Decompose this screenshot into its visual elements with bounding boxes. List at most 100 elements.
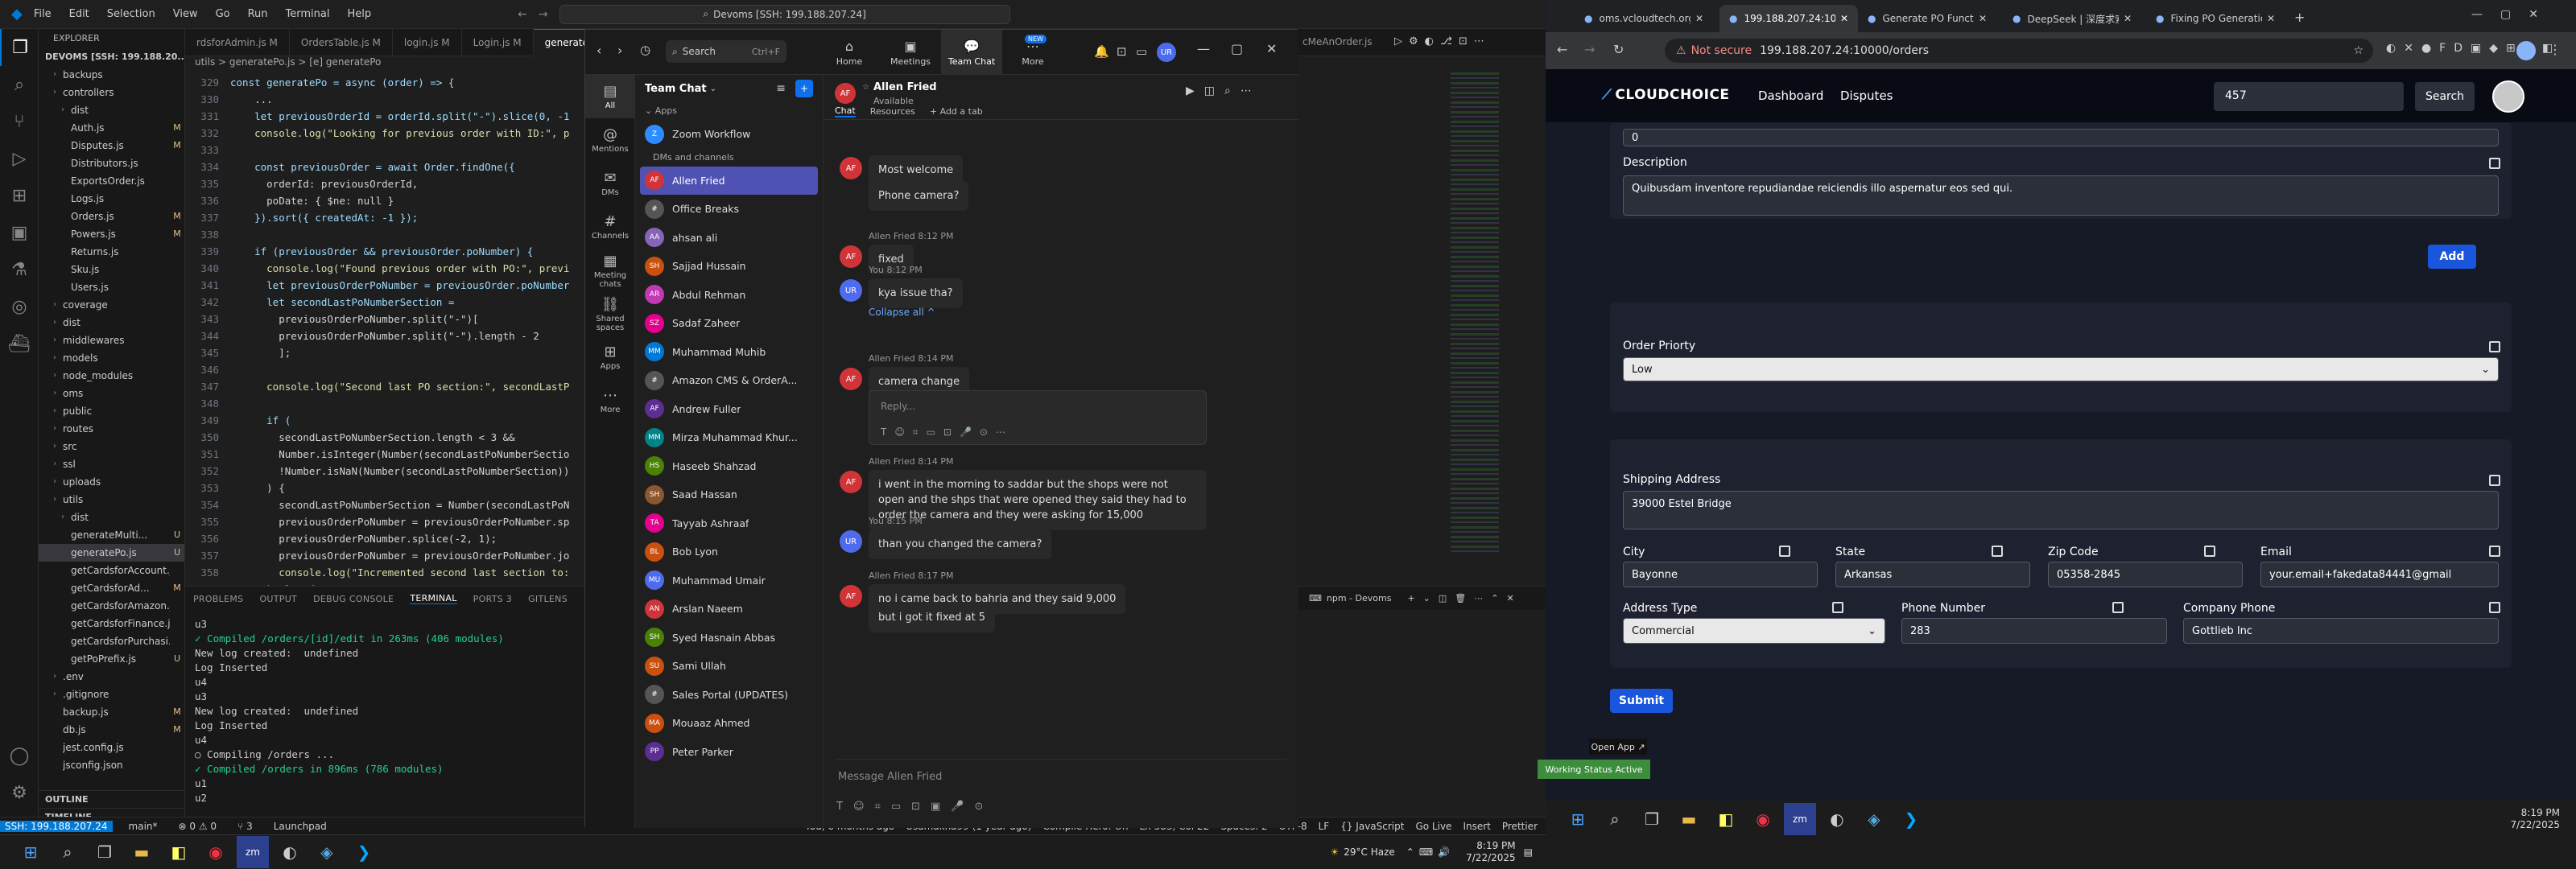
contact-item[interactable]: MA Mouaaz Ahmed (635, 709, 823, 738)
contact-item[interactable]: # Sales Portal (UPDATES) (635, 681, 823, 710)
copy-icon[interactable] (2204, 546, 2215, 557)
tree-item[interactable]: getCardsforAccount.js (39, 562, 184, 579)
contact-item[interactable]: AF Allen Fried (640, 166, 818, 195)
workspace-root[interactable]: DEVOMS [SSH: 199.188.20... (39, 48, 184, 66)
status-item[interactable]: LF (1319, 821, 1330, 832)
contact-item[interactable]: SU Sami Ullah (635, 652, 823, 681)
state-field[interactable]: Arkansas (1835, 562, 2030, 587)
tab-close-icon[interactable]: ✕ (1979, 13, 1987, 24)
menu-help[interactable]: Help (348, 8, 372, 20)
tree-item[interactable]: › utils (39, 491, 184, 509)
window-controls-icons[interactable]: —▢✕ (2471, 8, 2556, 21)
notifications-icon[interactable]: ▤ (1524, 846, 1533, 858)
rail-channels[interactable]: # Channels (585, 205, 635, 249)
contact-item[interactable]: SH Syed Hasnain Abbas (635, 624, 823, 653)
chat-tab[interactable]: + Add a tab (930, 106, 983, 117)
account-icon[interactable]: ◯ (0, 737, 39, 774)
tree-item[interactable]: Powers.js M (39, 225, 184, 243)
status-item[interactable]: Launchpad (269, 821, 332, 832)
status-item[interactable]: SSH: 199.188.207.24 (0, 820, 113, 832)
rail-all[interactable]: ▤ All (585, 75, 635, 118)
search-icon[interactable]: ⌕ (52, 836, 84, 868)
rail-apps[interactable]: ⊞ Apps (585, 336, 635, 379)
clock-time[interactable]: 8:19 PM (1466, 840, 1515, 852)
clock-right[interactable]: 8:19 PM 7/22/2025 (2510, 807, 2560, 831)
message-bubble[interactable]: than you changed the camera? (869, 529, 1052, 559)
status-item[interactable]: main* (124, 821, 163, 832)
editor-tab[interactable]: OrdersTable.js M (290, 28, 393, 56)
status-item[interactable]: ⊗ 0 ⚠ 0 (174, 821, 222, 832)
tree-item[interactable]: generateMulti... U (39, 526, 184, 544)
priority-select[interactable]: Low ⌄ (1623, 357, 2499, 381)
message-bubble[interactable]: Phone camera? (869, 181, 969, 211)
working-status-badge[interactable]: Working Status Active (1538, 760, 1650, 779)
rail-dms[interactable]: ✉ DMs (585, 162, 635, 205)
rail-meeting-chats[interactable]: ▦ Meeting chats (585, 249, 635, 292)
menu-terminal[interactable]: Terminal (286, 8, 330, 20)
menu-selection[interactable]: Selection (107, 8, 155, 20)
compose-box[interactable]: Message Allen Fried (836, 759, 1287, 791)
panel-tab[interactable]: DEBUG CONSOLE (313, 594, 394, 604)
panel-tab[interactable]: OUTPUT (259, 594, 297, 604)
tree-item[interactable]: Auth.js M (39, 119, 184, 137)
terminal-name[interactable]: npm - Devoms (1327, 593, 1392, 603)
contact-item[interactable]: SH Saad Hassan (635, 480, 823, 509)
tab-close-icon[interactable]: ✕ (2267, 13, 2275, 24)
terminal-output[interactable]: u3 ✓ Compiled /orders/[id]/edit in 263ms … (195, 617, 504, 805)
chat-list-title[interactable]: Team Chat (645, 83, 707, 95)
open-app-button[interactable]: Open App ↗ (1589, 739, 1647, 755)
testing-icon[interactable]: ⚗ (0, 251, 39, 288)
tree-item[interactable]: › dist (39, 509, 184, 526)
chrome-icon[interactable]: ◉ (1747, 803, 1779, 835)
contact-item[interactable]: SH Sajjad Hussain (635, 252, 823, 281)
contact-item[interactable]: AN Arslan Naeem (635, 595, 823, 624)
reload-icon[interactable]: ↻ (1613, 42, 1624, 57)
store-icon[interactable]: ◧ (163, 836, 195, 868)
panel-tab[interactable]: TERMINAL (410, 593, 457, 604)
start-icon[interactable]: ⊞ (1562, 803, 1594, 835)
panel-tab[interactable]: PROBLEMS (193, 594, 243, 604)
status-item[interactable]: Go Live (1415, 821, 1451, 832)
tree-item[interactable]: › dist (39, 314, 184, 332)
tab-cmeanorder[interactable]: cMeAnOrder.js (1302, 36, 1373, 47)
compose-placeholder[interactable]: Message Allen Fried (838, 771, 942, 783)
dms-header[interactable]: DMs and channels (635, 149, 823, 167)
chat-avatar[interactable]: AF (835, 83, 856, 104)
back-icon[interactable]: ← (1557, 42, 1567, 57)
status-item[interactable]: ⑂ 3 (233, 821, 258, 832)
reply-toolbar-icons[interactable]: T☺⌗▭⊡🎤⊙⋯ (881, 426, 1013, 439)
tree-item[interactable]: getPoPrefix.js U (39, 650, 184, 668)
company-phone-field[interactable]: Gottlieb Inc (2183, 618, 2499, 644)
tree-item[interactable]: › routes (39, 420, 184, 438)
add-button[interactable]: Add (2428, 245, 2476, 269)
tree-item[interactable]: › ssl (39, 455, 184, 473)
tree-item[interactable]: › backups (39, 66, 184, 84)
tree-item[interactable]: › node_modules (39, 367, 184, 385)
vpn-icon[interactable]: ◈ (1858, 803, 1890, 835)
rail-shared-spaces[interactable]: ⛓ Shared spaces (585, 292, 635, 336)
media-player-icon[interactable]: ◐ (274, 836, 306, 868)
manage-gear-icon[interactable]: ⚙ (0, 774, 39, 811)
contact-item[interactable]: AF Andrew Fuller (635, 395, 823, 424)
rail-more[interactable]: ⋯ More (585, 379, 635, 422)
back-icon[interactable]: ‹ (597, 43, 601, 58)
tree-item[interactable]: › coverage (39, 296, 184, 314)
top-nav-meetings[interactable]: ▣ Meetings (880, 30, 941, 75)
address-type-select[interactable]: Commercial ⌄ (1623, 618, 1885, 644)
reply-box[interactable]: Reply... T☺⌗▭⊡🎤⊙⋯ (869, 390, 1207, 445)
chat-header-actions-icons[interactable]: ▶◫⌕⋯ (1186, 84, 1261, 97)
panel-tab[interactable]: GITLENS (528, 594, 568, 604)
history-icon[interactable]: ◷ (640, 43, 650, 57)
menu-edit[interactable]: Edit (69, 8, 89, 20)
tree-item[interactable]: generatePo.js U (39, 544, 184, 562)
gitlens-icon[interactable]: ◎ (0, 288, 39, 325)
apps-header[interactable]: ⌄ Apps (635, 102, 823, 120)
vscode-taskbar-icon[interactable]: ❯ (348, 836, 380, 868)
new-tab-icon[interactable]: + (2294, 10, 2305, 25)
top-nav-home[interactable]: ⌂ Home (819, 30, 880, 75)
contact-item[interactable]: BL Bob Lyon (635, 537, 823, 566)
menu-go[interactable]: Go (216, 8, 230, 20)
app-logo[interactable]: ⟋ CLOUDCHOICE (1602, 87, 1730, 103)
tree-item[interactable]: › .gitignore (39, 686, 184, 703)
outline-section[interactable]: OUTLINE (39, 790, 185, 808)
